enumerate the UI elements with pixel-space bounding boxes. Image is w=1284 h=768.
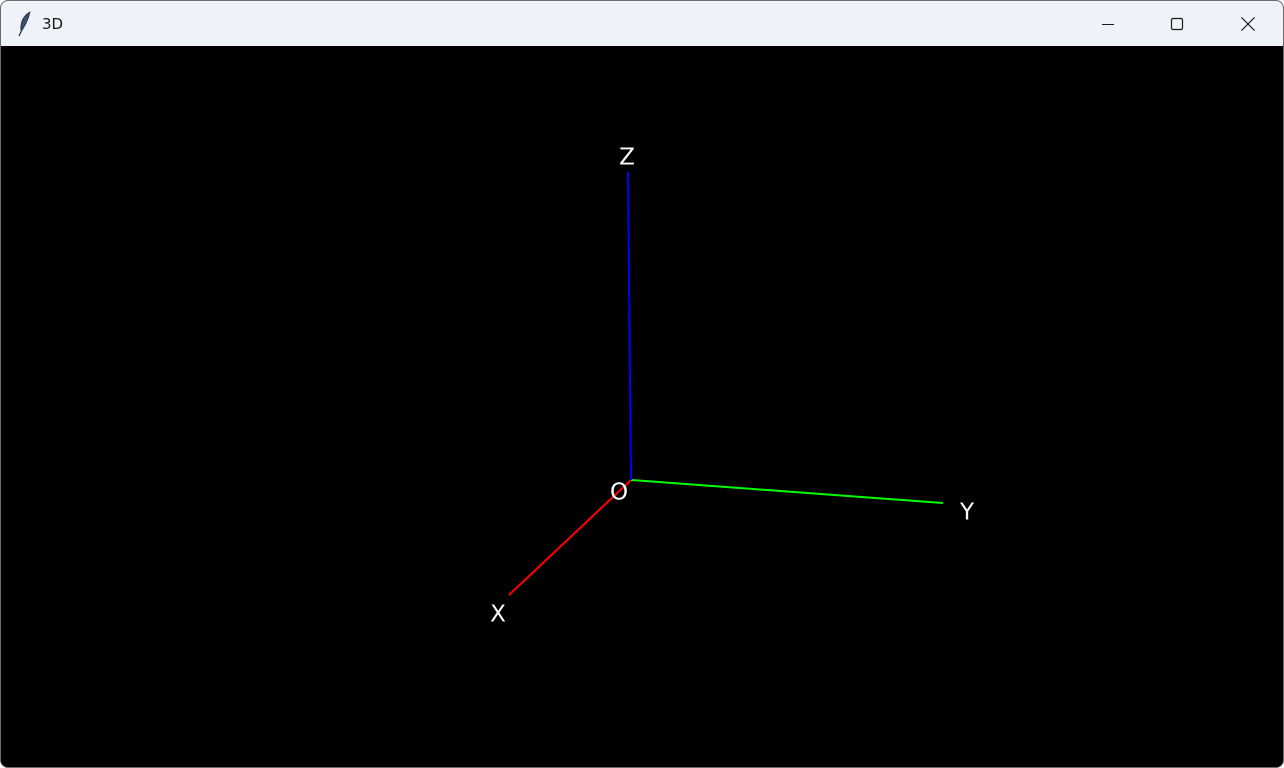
- app-window: 3D X Y Z O: [0, 0, 1284, 768]
- z-axis-label: Z: [619, 145, 635, 171]
- minimize-icon: [1102, 23, 1114, 25]
- axes-scene: X Y Z O: [490, 145, 975, 628]
- title-bar[interactable]: 3D: [1, 1, 1283, 46]
- close-icon: [1241, 16, 1255, 31]
- y-axis-label: Y: [959, 500, 975, 526]
- y-axis-line: [630, 479, 944, 504]
- x-axis-label: X: [490, 602, 506, 628]
- 3d-canvas[interactable]: X Y Z O: [1, 46, 1283, 767]
- close-button[interactable]: [1213, 1, 1283, 46]
- minimize-button[interactable]: [1073, 1, 1143, 46]
- maximize-icon: [1170, 17, 1184, 30]
- z-axis-line: [627, 171, 632, 481]
- maximize-button[interactable]: [1142, 1, 1212, 46]
- window-title: 3D: [42, 15, 64, 33]
- origin-label: O: [610, 480, 628, 506]
- feather-icon: [18, 11, 31, 37]
